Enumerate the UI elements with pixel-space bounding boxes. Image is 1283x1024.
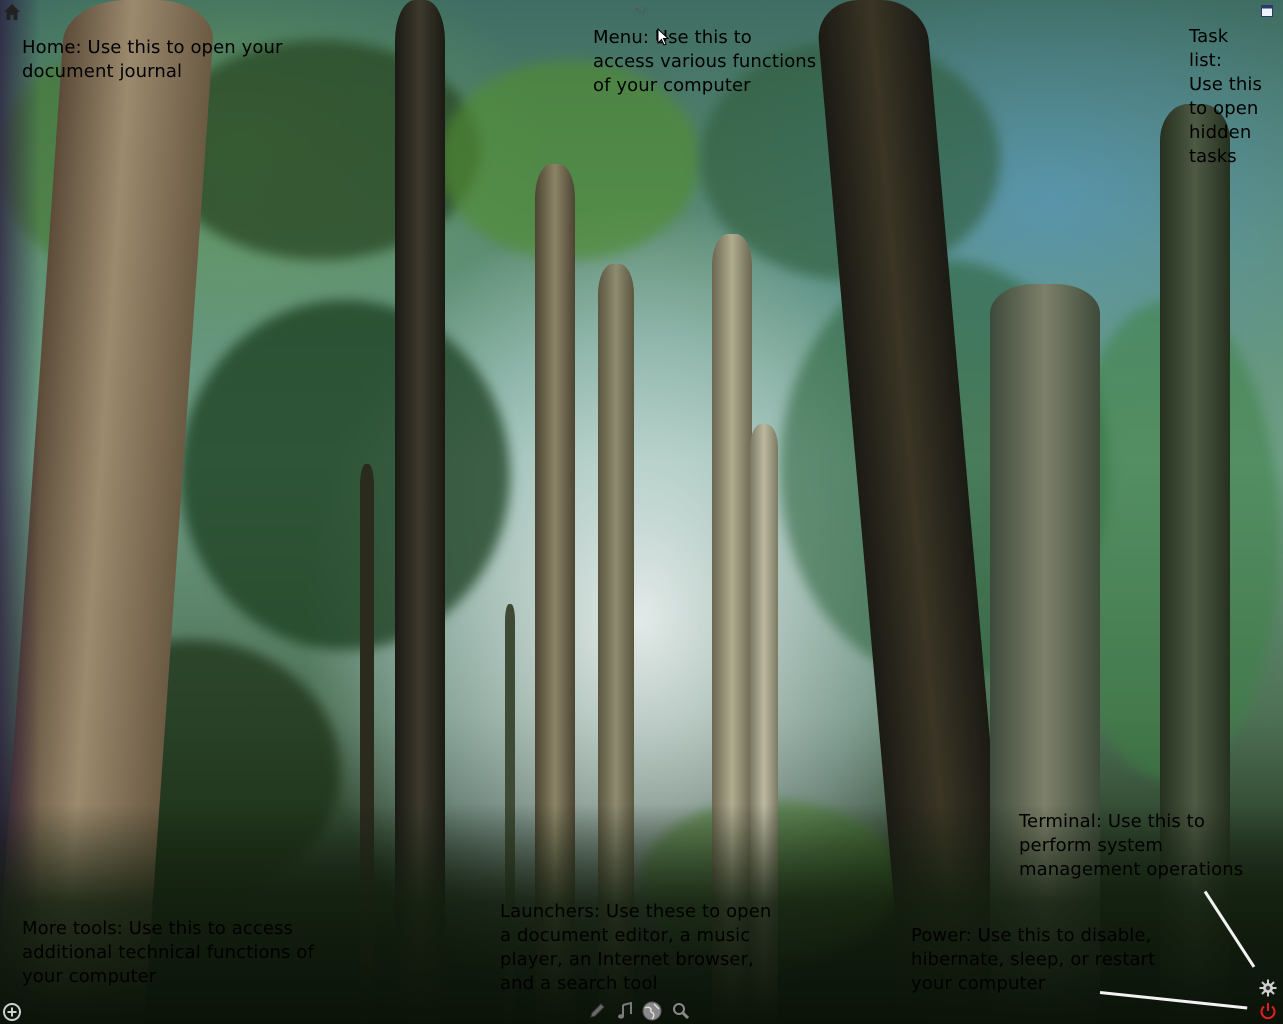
- plus-circle-icon: [3, 1003, 21, 1021]
- task-list-button[interactable]: [1260, 4, 1274, 18]
- terminal-button[interactable]: [1258, 978, 1278, 998]
- more-tools-annotation: More tools: Use this to access additiona…: [22, 918, 314, 987]
- menu-glyph: ↖/: [634, 5, 646, 17]
- more-tools-button[interactable]: [2, 1002, 22, 1022]
- power-icon: [1260, 1003, 1276, 1020]
- cursor-icon: [657, 28, 669, 46]
- home-icon: [4, 4, 20, 20]
- gear-icon: [1259, 979, 1277, 997]
- search-icon: [673, 1003, 690, 1020]
- power-button[interactable]: [1258, 1001, 1278, 1021]
- pen-icon: [590, 1003, 605, 1018]
- task-list-annotation: Task list: Use this to open hidden tasks: [1189, 26, 1262, 167]
- power-annotation: Power: Use this to disable, hibernate, s…: [911, 925, 1156, 994]
- home-button[interactable]: [2, 2, 22, 22]
- launchers-annotation: Launchers: Use these to open a document …: [500, 901, 772, 994]
- terminal-annotation: Terminal: Use this to perform system man…: [1019, 811, 1244, 880]
- menu-annotation: Menu: Use this to access various functio…: [593, 27, 817, 96]
- window-icon: [1261, 5, 1273, 17]
- menu-button[interactable]: ↖/: [630, 4, 650, 18]
- globe-icon: [642, 1001, 662, 1021]
- launcher-search-tool[interactable]: [671, 1001, 691, 1021]
- home-annotation: Home: Use this to open your document jou…: [22, 37, 283, 82]
- launcher-document-editor[interactable]: [587, 1001, 607, 1021]
- launcher-internet-browser[interactable]: [641, 1000, 663, 1022]
- launcher-music-player[interactable]: [615, 1001, 635, 1021]
- foliage: [180, 300, 510, 650]
- music-note-icon: [618, 1002, 632, 1019]
